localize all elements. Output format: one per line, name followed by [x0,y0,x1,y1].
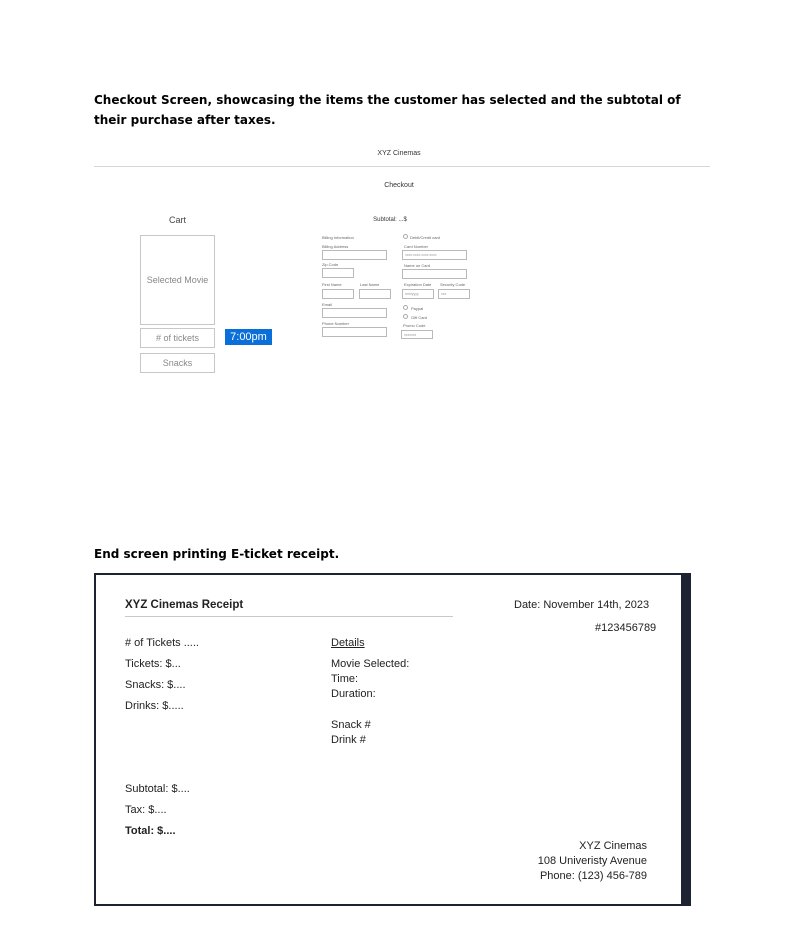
detail-drink: Drink # [331,734,366,746]
paypal-label: Paypal [411,306,424,311]
checkout-heading: Checkout Screen, showcasing the items th… [94,93,681,127]
receipt-date: Date: November 14th, 2023 [514,599,650,611]
receipt-subtotal: Subtotal: $.... [125,783,190,795]
cart-label: Cart [168,215,186,225]
security-code-label: Security Code [440,282,466,287]
gift-card-radio[interactable] [403,314,408,319]
footer-address: 108 Univeristy Avenue [537,855,647,867]
zip-code-field[interactable] [322,268,354,278]
receipt-tax: Tax: $.... [125,804,167,816]
first-name-label: First Name [322,282,342,287]
end-screen-heading: End screen printing E-ticket receipt. [94,547,340,561]
selected-movie-box[interactable]: Selected Movie [140,235,215,325]
receipt-title-divider [125,616,453,617]
receipt-tickets-count: # of Tickets ..... [125,637,199,649]
detail-movie-selected: Movie Selected: [331,658,410,670]
promo-code-field[interactable]: xxxxxxx [401,330,433,339]
phone-number-label: Phone Number [322,321,349,326]
billing-info-label: Billing Information [322,235,354,240]
last-name-label: Last Name [360,282,380,287]
showtime-button[interactable]: 7:00pm [225,329,272,345]
phone-number-field[interactable] [322,327,387,337]
receipt-title: XYZ Cinemas Receipt [125,599,244,611]
email-label: Email [322,302,333,307]
security-code-field[interactable]: xxx [438,289,470,299]
footer-cinema-name: XYZ Cinemas [579,840,647,852]
gift-card-label: Gift Card [411,315,428,320]
debit-credit-label: Debit/Credit card [410,235,441,240]
app-title: XYZ Cinemas [377,150,421,157]
last-name-field[interactable] [359,289,391,299]
card-number-label: Card Number [404,244,429,249]
promo-code-label: Promo Code [403,323,426,328]
expiration-date-field[interactable]: mm/yyyy [402,289,434,299]
tickets-input[interactable]: # of tickets [140,328,215,348]
email-field[interactable] [322,308,387,318]
snacks-button[interactable]: Snacks [140,353,215,373]
billing-address-field[interactable] [322,250,387,260]
first-name-field[interactable] [322,289,354,299]
header-divider [94,166,710,167]
billing-address-label: Billing Address [322,244,349,249]
name-on-card-label: Name on Card [404,263,431,268]
receipt-order-number: #123456789 [595,622,657,634]
detail-time: Time: [331,673,359,685]
receipt-snacks-price: Snacks: $.... [125,679,186,691]
details-heading: Details [331,637,365,649]
card-number-field[interactable]: xxxx-xxxx-xxxx-xxxx [402,250,467,260]
detail-duration: Duration: [331,688,376,700]
receipt-total: Total: $.... [125,825,176,837]
receipt-drinks-price: Drinks: $..... [125,700,184,712]
checkout-subtotal: Subtotal: ...$ [373,217,407,223]
detail-snack: Snack # [331,719,371,731]
footer-phone: Phone: (123) 456-789 [539,870,647,882]
expiration-date-label: Expiration Date [404,282,432,287]
e-ticket-receipt: XYZ Cinemas Receipt Date: November 14th,… [94,573,691,906]
name-on-card-field[interactable] [402,269,467,279]
paypal-radio[interactable] [403,305,408,310]
zip-code-label: Zip Code [322,262,339,267]
receipt-tickets-price: Tickets: $... [125,658,181,670]
debit-credit-radio[interactable] [403,234,408,239]
page-title: Checkout [384,182,414,189]
